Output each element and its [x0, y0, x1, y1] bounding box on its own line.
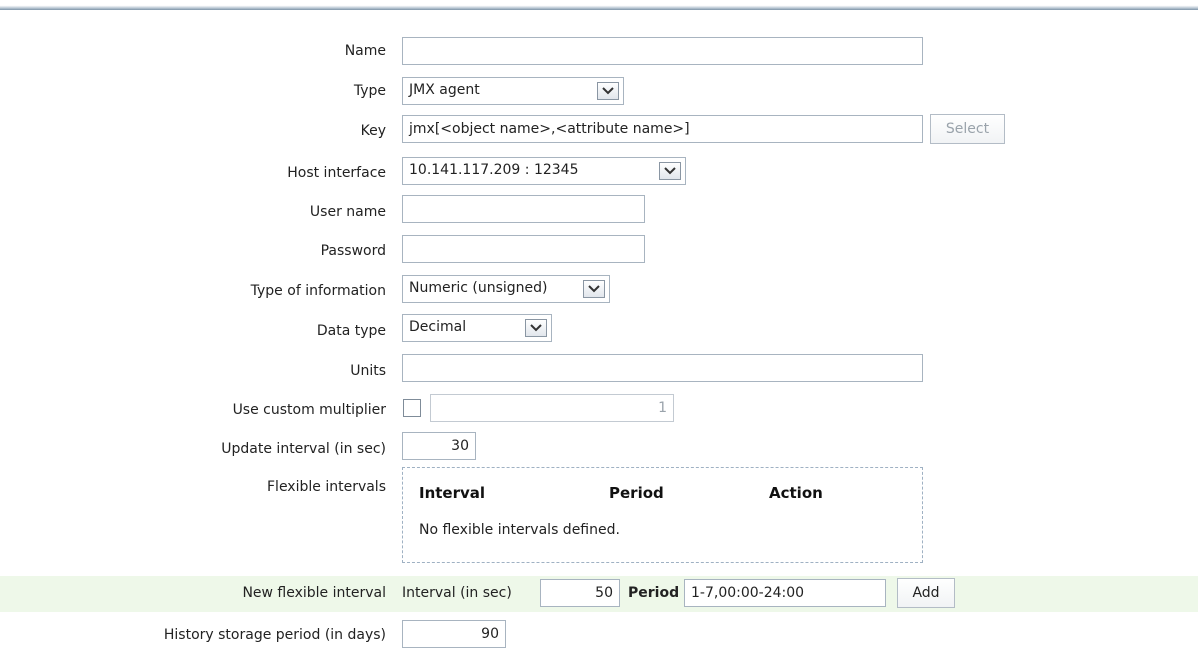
type-select[interactable]: JMX agent: [402, 77, 624, 105]
units-label: Units: [350, 363, 386, 379]
data-type-select[interactable]: Decimal: [402, 314, 552, 342]
key-input[interactable]: jmx[<object name>,<attribute name>]: [402, 115, 923, 143]
user-name-input[interactable]: [402, 195, 645, 223]
period-label: Period: [628, 585, 680, 601]
column-header-period: Period: [609, 484, 664, 502]
row-host-interface: Host interface 10.141.117.209 : 12345: [0, 156, 1198, 190]
row-type-of-information: Type of information Numeric (unsigned): [0, 274, 1198, 308]
update-interval-label: Update interval (in sec): [221, 441, 386, 457]
custom-multiplier-input[interactable]: 1: [430, 394, 674, 422]
column-header-action: Action: [769, 484, 823, 502]
row-type: Type JMX agent: [0, 74, 1198, 108]
type-of-information-value: Numeric (unsigned): [409, 280, 548, 296]
update-interval-input[interactable]: 30: [402, 432, 476, 460]
password-input[interactable]: [402, 235, 645, 263]
interval-label: Interval (in sec): [402, 585, 512, 601]
row-custom-multiplier: Use custom multiplier 1: [0, 393, 1198, 427]
type-label: Type: [353, 83, 386, 99]
password-label: Password: [320, 243, 386, 259]
row-password: Password: [0, 234, 1198, 268]
row-key: Key jmx[<object name>,<attribute name>] …: [0, 114, 1198, 148]
name-label: Name: [344, 43, 386, 59]
custom-multiplier-label: Use custom multiplier: [232, 402, 386, 418]
flex-period-input[interactable]: 1-7,00:00-24:00: [684, 579, 886, 607]
add-button[interactable]: Add: [897, 578, 955, 608]
row-new-flexible-interval: New flexible interval Interval (in sec) …: [0, 576, 1198, 612]
row-units: Units: [0, 354, 1198, 388]
select-button[interactable]: Select: [930, 114, 1005, 144]
empty-message: No flexible intervals defined.: [419, 522, 620, 538]
new-flexible-interval-label: New flexible interval: [242, 585, 386, 601]
user-name-label: User name: [309, 204, 386, 220]
host-interface-value: 10.141.117.209 : 12345: [409, 162, 579, 178]
flexible-intervals-table: Interval Period Action No flexible inter…: [402, 467, 923, 563]
column-header-interval: Interval: [419, 484, 486, 502]
data-type-value: Decimal: [409, 319, 467, 335]
flex-interval-input[interactable]: 50: [540, 579, 620, 607]
key-label: Key: [360, 123, 386, 139]
type-of-information-label: Type of information: [250, 283, 386, 299]
row-name: Name: [0, 34, 1198, 68]
chevron-down-icon: [525, 319, 547, 337]
row-update-interval: Update interval (in sec) 30: [0, 432, 1198, 466]
top-border: [0, 0, 1198, 10]
chevron-down-icon: [659, 162, 681, 180]
units-input[interactable]: [402, 354, 923, 382]
custom-multiplier-checkbox[interactable]: [403, 399, 421, 417]
history-label: History storage period (in days): [163, 627, 386, 643]
data-type-label: Data type: [316, 323, 386, 339]
type-value: JMX agent: [409, 82, 480, 98]
row-user-name: User name: [0, 195, 1198, 229]
host-interface-label: Host interface: [287, 165, 386, 181]
row-data-type: Data type Decimal: [0, 314, 1198, 348]
flexible-intervals-label: Flexible intervals: [267, 479, 386, 495]
name-input[interactable]: [402, 37, 923, 65]
host-interface-select[interactable]: 10.141.117.209 : 12345: [402, 157, 686, 185]
chevron-down-icon: [583, 280, 605, 298]
type-of-information-select[interactable]: Numeric (unsigned): [402, 275, 610, 303]
history-input[interactable]: 90: [402, 620, 506, 648]
chevron-down-icon: [597, 82, 619, 100]
